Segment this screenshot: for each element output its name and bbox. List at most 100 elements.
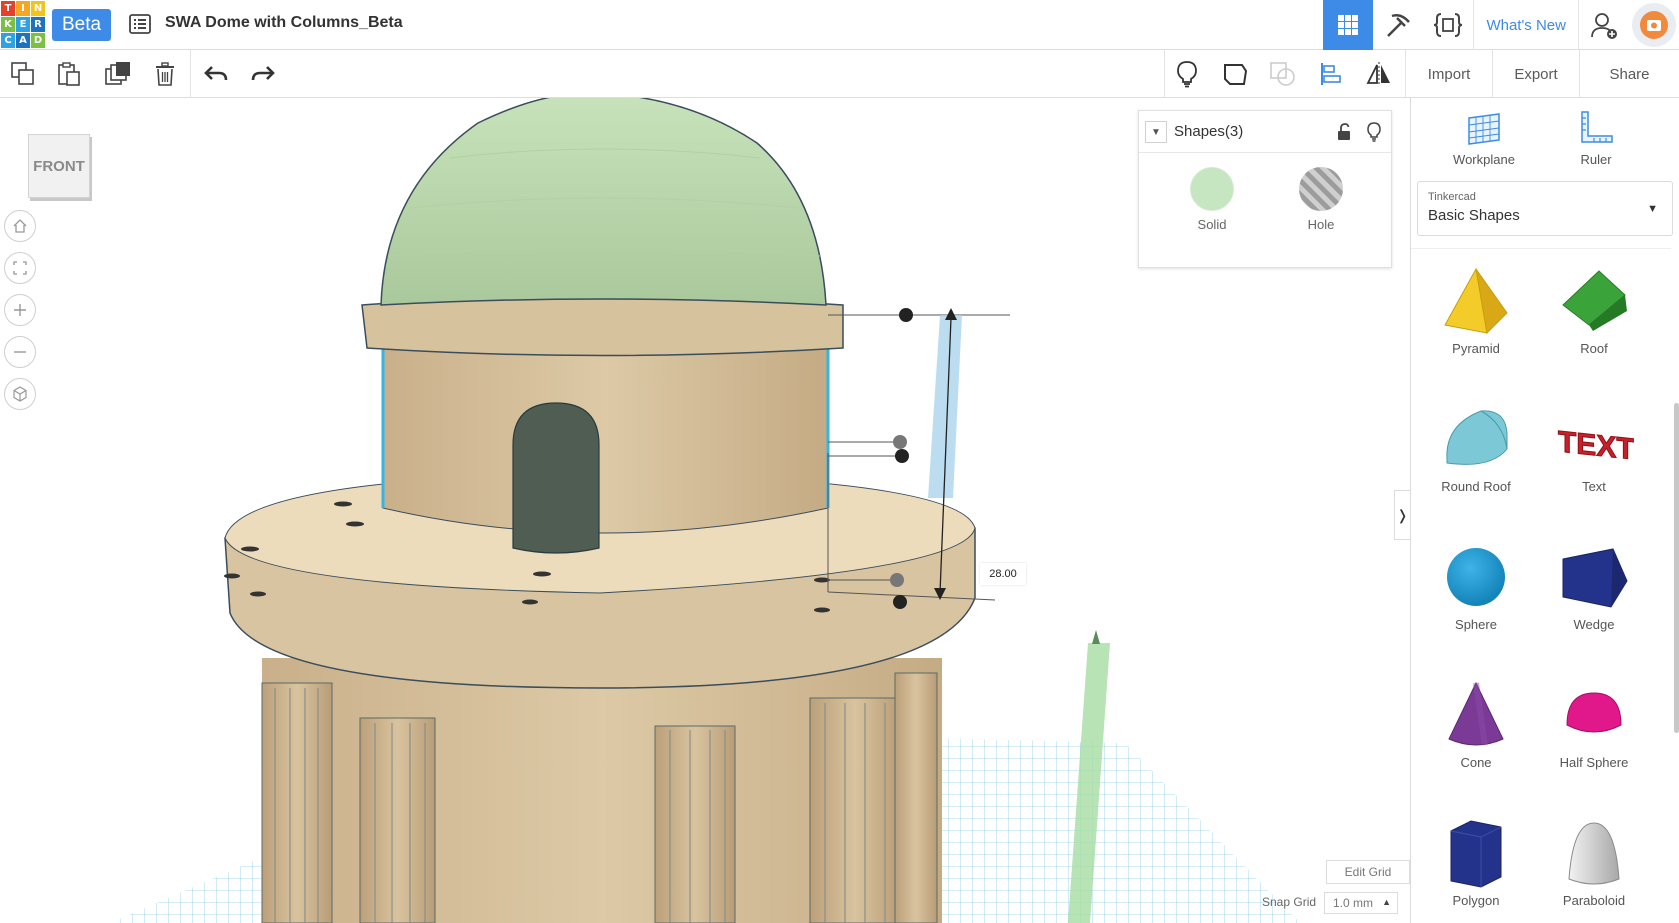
design-title[interactable]: SWA Dome with Columns_Beta	[165, 14, 403, 32]
redo-arrow-icon	[251, 66, 275, 81]
undo-button[interactable]	[193, 50, 239, 98]
hole-label: Hole	[1307, 217, 1335, 232]
shape-round-roof[interactable]: Round Roof	[1417, 393, 1535, 513]
fit-view-button[interactable]	[4, 252, 36, 284]
shape-roof[interactable]: Roof	[1535, 255, 1653, 375]
view-cube[interactable]: FRONT	[28, 134, 90, 198]
shape-label: Half Sphere	[1559, 755, 1629, 770]
align-button[interactable]	[1308, 50, 1354, 98]
drum-body[interactable]	[382, 347, 829, 534]
shape-wedge[interactable]: Wedge	[1535, 531, 1653, 651]
logo-letter: I	[16, 1, 30, 16]
group-button[interactable]	[1260, 50, 1306, 98]
zoom-in-button[interactable]	[4, 294, 36, 326]
paraboloid-icon	[1568, 822, 1620, 885]
snap-grid-select[interactable]: 1.0 mm ▲	[1324, 892, 1398, 914]
collapse-inspector-button[interactable]: ▼	[1145, 121, 1167, 143]
solid-swatch[interactable]	[1190, 167, 1234, 211]
dome-ring[interactable]	[361, 295, 844, 357]
shape-half-sphere[interactable]: Half Sphere	[1535, 669, 1653, 789]
lock-icon[interactable]	[1334, 122, 1354, 142]
delete-button[interactable]	[142, 50, 188, 98]
paste-icon	[58, 62, 80, 86]
axis-arrow	[1092, 630, 1100, 644]
inspector-title: Shapes(3)	[1174, 123, 1244, 140]
notes-button[interactable]	[1164, 50, 1210, 98]
dome[interactable]	[380, 98, 827, 306]
hole-option[interactable]: Hole	[1291, 167, 1351, 232]
logo-letter: E	[16, 17, 30, 32]
solid-option[interactable]: Solid	[1182, 167, 1242, 232]
home-view-button[interactable]	[4, 210, 36, 242]
import-button[interactable]: Import	[1406, 50, 1492, 98]
workplane-tool[interactable]: Workplane	[1439, 108, 1529, 167]
ruler-tool[interactable]: Ruler	[1551, 108, 1641, 167]
pyramid-icon	[1444, 267, 1508, 335]
shape-paraboloid[interactable]: Paraboloid	[1535, 807, 1653, 923]
edit-toolbar: Import Export Share	[0, 50, 1679, 98]
shape-list: Pyramid Roof Round Roof TEXT Text Sphere…	[1411, 248, 1671, 923]
zoom-out-button[interactable]	[4, 336, 36, 368]
paste-button[interactable]	[46, 50, 92, 98]
shape-polygon[interactable]: Polygon	[1417, 807, 1535, 923]
codeblocks-button[interactable]	[1423, 0, 1473, 50]
bricks-view-button[interactable]	[1373, 0, 1423, 50]
logo-letter: C	[1, 33, 15, 48]
top-bar: T I N K E R C A D Beta SWA Dome with Col…	[0, 0, 1679, 50]
panel-collapse-button[interactable]: ❭	[1394, 490, 1410, 540]
roof-icon	[1562, 270, 1627, 331]
grid-icon	[1338, 15, 1359, 35]
export-button[interactable]: Export	[1493, 50, 1579, 98]
tinkercad-logo[interactable]: T I N K E R C A D	[0, 0, 45, 48]
trash-icon	[156, 62, 174, 86]
lightbulb-icon	[1177, 61, 1197, 88]
mirror-button[interactable]	[1356, 50, 1402, 98]
round-roof-icon	[1446, 410, 1508, 465]
share-button[interactable]: Share	[1580, 50, 1679, 98]
top-right-nav: What's New	[1323, 0, 1679, 50]
copy-button[interactable]	[0, 50, 46, 98]
orthographic-toggle-button[interactable]	[4, 378, 36, 410]
minus-icon	[14, 351, 26, 353]
shape-sphere[interactable]: Sphere	[1417, 531, 1535, 651]
snap-grid-value: 1.0 mm	[1333, 896, 1374, 910]
chevron-down-icon: ▼	[1647, 203, 1658, 215]
toolbar-divider	[190, 50, 191, 98]
workplane-icon	[1468, 113, 1500, 145]
column	[359, 717, 436, 923]
logo-letter: D	[31, 33, 45, 48]
shape-pyramid[interactable]: Pyramid	[1417, 255, 1535, 375]
user-add-icon	[1591, 13, 1617, 39]
add-user-button[interactable]	[1579, 0, 1629, 50]
shape-comment-button[interactable]	[1212, 50, 1258, 98]
whats-new-link[interactable]: What's New	[1473, 0, 1579, 50]
shape-label: Polygon	[1452, 893, 1500, 908]
speech-bubble-icon	[1224, 64, 1248, 85]
beta-badge: Beta	[52, 9, 112, 41]
shape-text[interactable]: TEXT Text	[1535, 393, 1653, 513]
hole-swatch[interactable]	[1299, 167, 1343, 211]
home-icon	[13, 219, 27, 233]
fit-screen-icon	[13, 261, 27, 275]
edit-grid-button[interactable]: Edit Grid	[1326, 860, 1410, 884]
logo-letter: N	[31, 1, 45, 16]
shape-label: Wedge	[1573, 617, 1615, 632]
height-dimension-value[interactable]: 28.00	[980, 563, 1026, 585]
duplicate-button[interactable]	[95, 50, 141, 98]
door-opening[interactable]	[512, 402, 600, 554]
scrollbar-thumb[interactable]	[1674, 403, 1679, 733]
align-icon	[1321, 63, 1341, 85]
shape-cone[interactable]: Cone	[1417, 669, 1535, 789]
cone-icon	[1448, 681, 1504, 746]
redo-button[interactable]	[240, 50, 286, 98]
column	[809, 697, 901, 923]
design-list-icon[interactable]	[128, 12, 152, 36]
3d-design-view-button[interactable]	[1323, 0, 1374, 50]
sphere-icon	[1447, 548, 1505, 606]
shape-label: Paraboloid	[1562, 893, 1626, 908]
avatar[interactable]	[1632, 3, 1676, 47]
library-owner: Tinkercad	[1428, 191, 1476, 203]
shape-label: Text	[1582, 479, 1606, 494]
shape-library-select[interactable]: Tinkercad Basic Shapes ▼	[1417, 181, 1673, 236]
lightbulb-icon[interactable]	[1364, 122, 1384, 142]
